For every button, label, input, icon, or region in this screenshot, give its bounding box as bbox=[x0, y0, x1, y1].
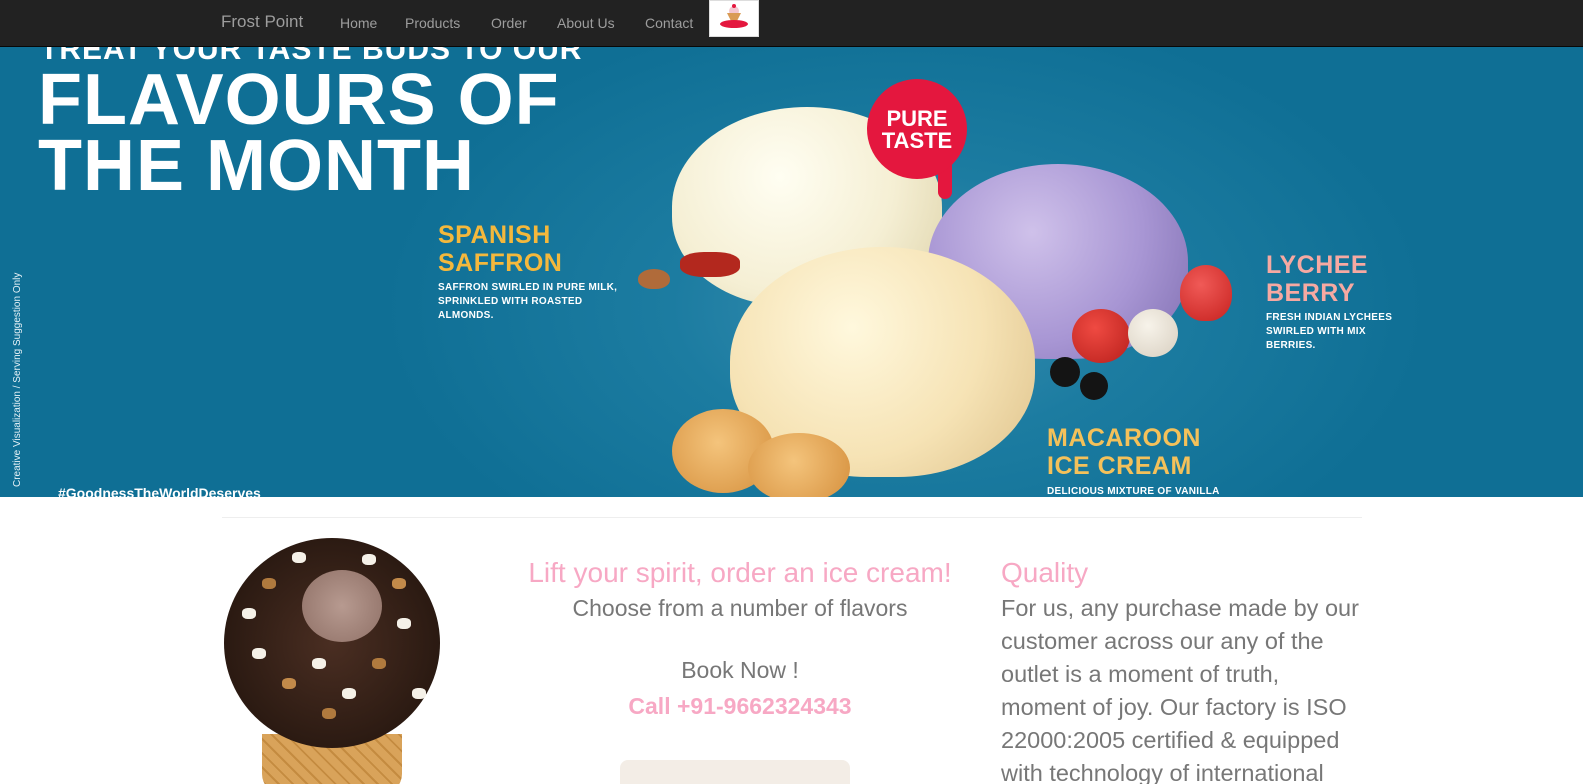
flavor-name-macaroon: MACAROON ICE CREAM bbox=[1047, 424, 1201, 480]
raspberry-garnish bbox=[1072, 309, 1130, 363]
nut-topping bbox=[362, 554, 376, 565]
quality-section: Quality For us, any purchase made by our… bbox=[1001, 556, 1363, 784]
badge-line-1: PURE bbox=[886, 106, 948, 131]
almond-garnish bbox=[638, 269, 670, 289]
nav-link-home[interactable]: Home bbox=[340, 15, 377, 31]
cone-ice-cream-center bbox=[302, 570, 382, 642]
nav-link-contact[interactable]: Contact bbox=[645, 15, 693, 31]
quality-body: For us, any purchase made by our custome… bbox=[1001, 595, 1359, 784]
flavor-desc-lychee: FRESH INDIAN LYCHEES SWIRLED WITH MIX BE… bbox=[1266, 312, 1393, 351]
serving-suggestion-note: Creative Visualization / Serving Suggest… bbox=[12, 272, 23, 487]
call-phone-link[interactable]: Call +91-9662324343 bbox=[628, 692, 851, 720]
pure-taste-badge: PURE TASTE bbox=[867, 79, 967, 179]
promo-subheading: Choose from a number of flavors bbox=[572, 595, 908, 621]
hero-banner: TREAT YOUR TASTE BUDS TO OUR FLAVOURS OF… bbox=[0, 47, 1583, 497]
nut-topping bbox=[262, 578, 276, 589]
strawberry-garnish bbox=[1180, 265, 1232, 321]
hero-title-line-2: THE MONTH bbox=[38, 126, 475, 206]
order-promo: Lift your spirit, order an ice cream! Ch… bbox=[510, 556, 970, 720]
brand-link[interactable]: Frost Point bbox=[221, 12, 303, 32]
nut-topping bbox=[412, 688, 426, 699]
ice-cream-logo-graphic bbox=[720, 4, 748, 28]
nut-topping bbox=[342, 688, 356, 699]
nut-topping bbox=[292, 552, 306, 563]
promo-heading: Lift your spirit, order an ice cream! bbox=[528, 557, 952, 588]
badge-line-2: TASTE bbox=[881, 128, 953, 153]
nut-topping bbox=[322, 708, 336, 719]
hero-title-line-1: FLAVOURS OF bbox=[38, 60, 560, 140]
nut-topping bbox=[282, 678, 296, 689]
blackcurrant-garnish bbox=[1050, 357, 1080, 387]
nut-topping bbox=[312, 658, 326, 669]
book-now-label: Book Now ! bbox=[681, 657, 799, 683]
nut-topping bbox=[392, 578, 406, 589]
nut-topping bbox=[397, 618, 411, 629]
flavor-name-saffron: SPANISH SAFFRON bbox=[438, 221, 563, 277]
choco-nut-cone-image bbox=[222, 538, 442, 784]
promo-image-partial bbox=[620, 760, 850, 784]
nav-link-order[interactable]: Order bbox=[491, 15, 527, 31]
hero-title: FLAVOURS OF THE MONTH bbox=[38, 60, 560, 206]
top-navbar: Frost Point Home Products Order About Us… bbox=[0, 0, 1583, 47]
macaroon-cookie-garnish bbox=[748, 433, 850, 497]
flavor-name-lychee: LYCHEE BERRY bbox=[1266, 251, 1369, 307]
quality-title: Quality bbox=[1001, 557, 1089, 588]
lychee-garnish bbox=[1128, 309, 1178, 357]
nut-topping bbox=[252, 648, 266, 659]
nav-link-products[interactable]: Products bbox=[405, 15, 460, 31]
saffron-garnish bbox=[680, 252, 740, 277]
hero-hashtag: #GoodnessTheWorldDeserves bbox=[58, 485, 261, 497]
section-divider bbox=[222, 517, 1362, 518]
ice-cream-logo-icon[interactable] bbox=[709, 0, 759, 37]
flavor-desc-saffron: SAFFRON SWIRLED IN PURE MILK, SPRINKLED … bbox=[438, 282, 618, 321]
flavor-desc-macaroon: DELICIOUS MIXTURE OF VANILLA bbox=[1047, 486, 1220, 497]
nut-topping bbox=[242, 608, 256, 619]
blackcurrant-garnish bbox=[1080, 372, 1108, 400]
nav-link-about-us[interactable]: About Us bbox=[557, 15, 615, 31]
nut-topping bbox=[372, 658, 386, 669]
